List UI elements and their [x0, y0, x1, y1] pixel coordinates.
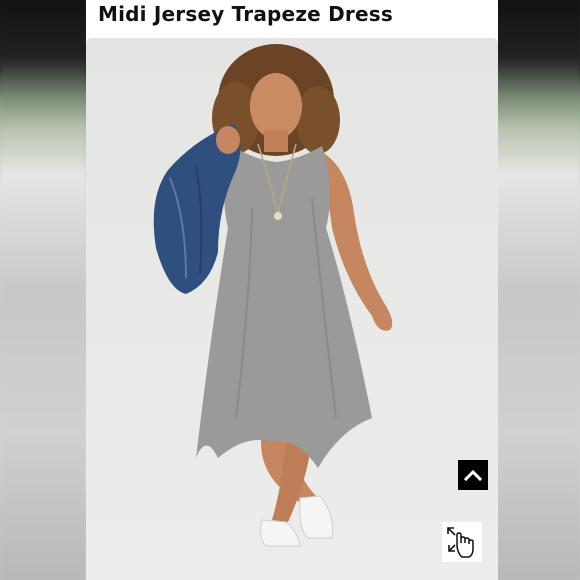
right-sneaker: [299, 495, 334, 539]
product-photo[interactable]: [86, 38, 498, 580]
zoom-photo-button[interactable]: [442, 522, 482, 562]
hair-right-shape: [296, 86, 340, 154]
face-shape: [250, 73, 302, 139]
blurred-backdrop-right: [494, 0, 580, 580]
chevron-up-icon: [464, 469, 482, 481]
blurred-backdrop-left: [0, 0, 86, 580]
product-card: Midi Jersey Trapeze Dress: [86, 0, 498, 580]
neck-shape: [264, 130, 288, 152]
hand-pointer-expand-icon: [447, 527, 474, 558]
left-sneaker: [260, 519, 301, 547]
hand-on-shoulder: [216, 126, 240, 154]
scroll-to-top-button[interactable]: [458, 460, 488, 490]
necklace-pendant: [274, 212, 282, 220]
model-illustration: [153, 44, 393, 547]
product-title: Midi Jersey Trapeze Dress: [98, 2, 393, 26]
